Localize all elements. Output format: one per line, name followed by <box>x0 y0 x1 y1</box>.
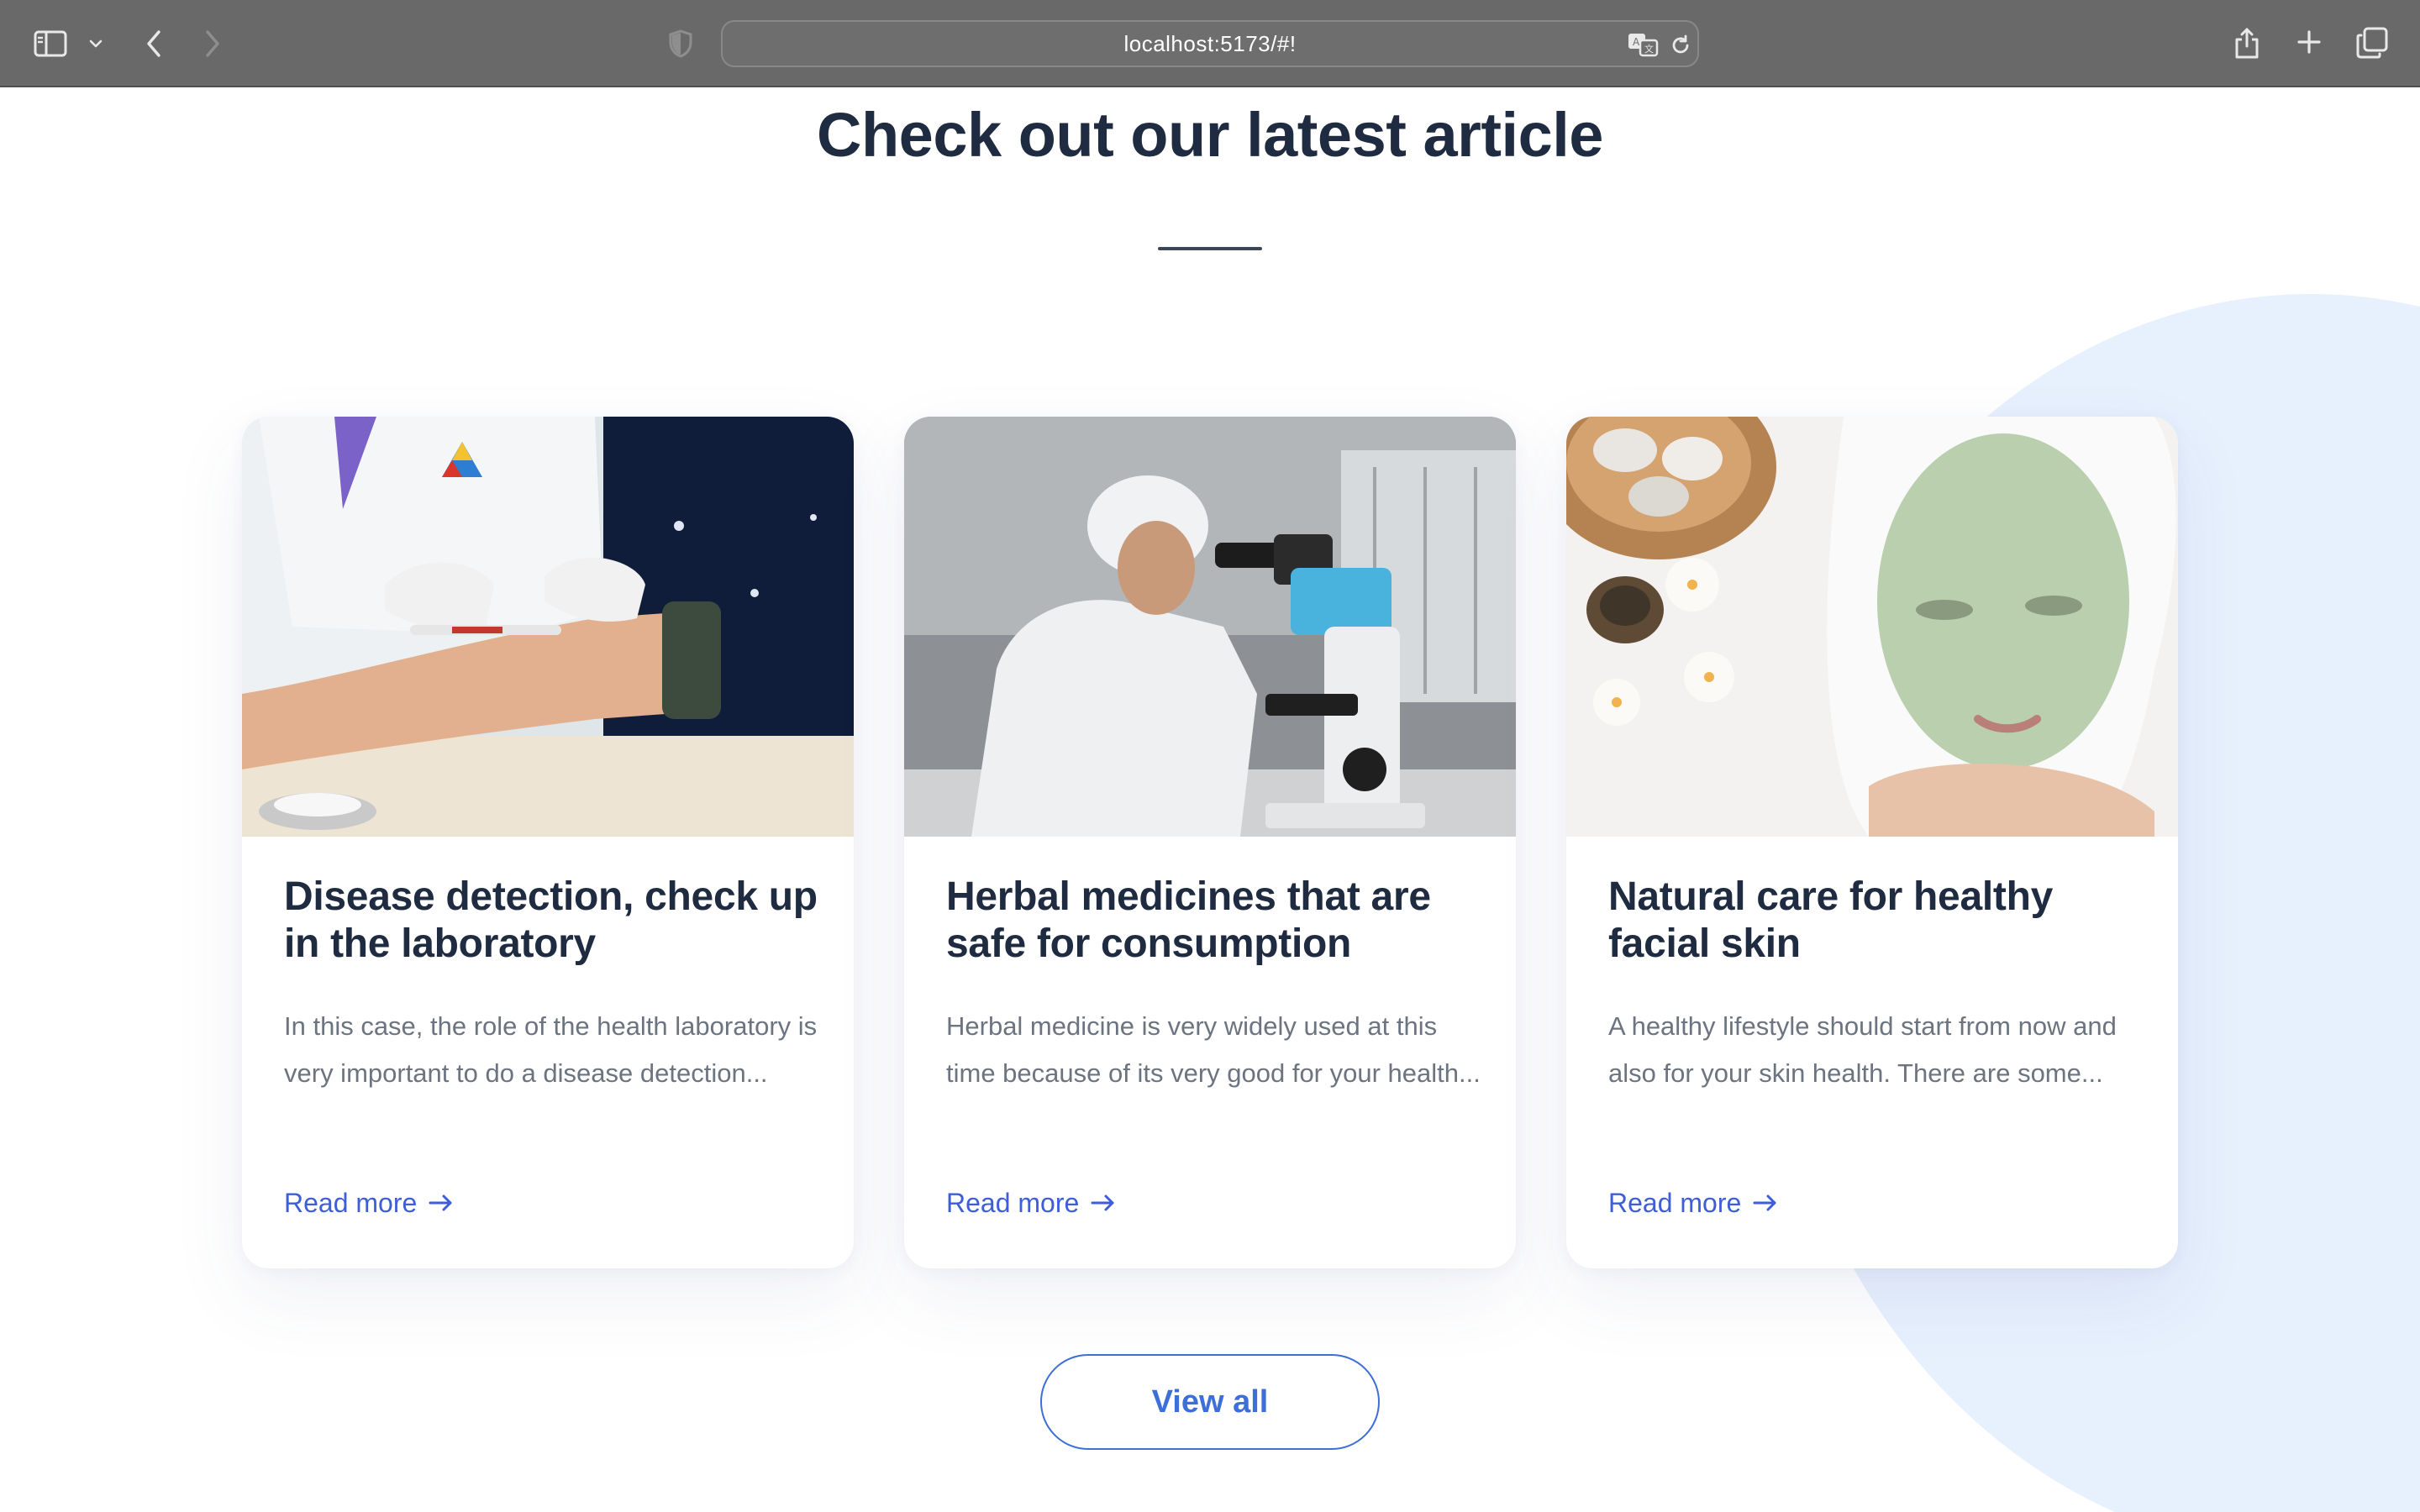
sidebar-toggle-icon[interactable] <box>32 27 69 60</box>
share-icon[interactable] <box>2230 24 2264 62</box>
url-text: localhost:5173/#! <box>1123 30 1297 56</box>
new-tab-plus-icon[interactable] <box>2292 25 2326 59</box>
article-image-microscope[interactable] <box>904 417 1516 837</box>
arrow-right-icon <box>429 1194 454 1212</box>
article-card: Disease detection, check up in the labor… <box>242 417 854 1268</box>
article-excerpt: Herbal medicine is very widely used at t… <box>946 1011 1481 1088</box>
article-card: Natural care for healthy facial skin A h… <box>1566 417 2178 1268</box>
article-excerpt: A healthy lifestyle should start from no… <box>1608 1011 2117 1088</box>
article-title[interactable]: Herbal medicines that are safe for consu… <box>946 874 1484 968</box>
article-title[interactable]: Disease detection, check up in the labor… <box>284 874 822 968</box>
read-more-link[interactable]: Read more <box>284 1183 454 1223</box>
reload-icon[interactable] <box>1667 32 1694 59</box>
article-title[interactable]: Natural care for healthy facial skin <box>1608 874 2146 968</box>
forward-arrow-icon[interactable] <box>198 25 227 62</box>
read-more-link[interactable]: Read more <box>946 1183 1116 1223</box>
chevron-down-icon[interactable] <box>86 32 106 55</box>
view-all-button[interactable]: View all <box>1040 1354 1380 1450</box>
article-image-lab[interactable] <box>242 417 854 837</box>
read-more-link[interactable]: Read more <box>1608 1183 1778 1223</box>
section-title: Check out our latest article <box>817 100 1603 170</box>
arrow-right-icon <box>1091 1194 1116 1212</box>
read-more-label: Read more <box>284 1187 418 1218</box>
article-list: Disease detection, check up in the labor… <box>242 417 2178 1270</box>
page: localhost:5173/#! A文 Check out our lates… <box>0 0 2420 1512</box>
title-divider <box>1158 247 1262 250</box>
back-arrow-icon[interactable] <box>139 25 168 62</box>
read-more-label: Read more <box>946 1187 1080 1218</box>
arrow-right-icon <box>1753 1194 1778 1212</box>
article-image-facial-care[interactable] <box>1566 417 2178 837</box>
translate-icon[interactable]: A文 <box>1625 30 1662 59</box>
address-bar[interactable]: localhost:5173/#! A文 <box>721 20 1699 67</box>
svg-text:文: 文 <box>1644 43 1654 55</box>
shield-icon[interactable] <box>664 27 697 60</box>
browser-toolbar: localhost:5173/#! A文 <box>0 0 2420 87</box>
tab-overview-icon[interactable] <box>2354 25 2390 60</box>
article-card: Herbal medicines that are safe for consu… <box>904 417 1516 1268</box>
read-more-label: Read more <box>1608 1187 1742 1218</box>
svg-text:A: A <box>1633 36 1640 48</box>
article-excerpt: In this case, the role of the health lab… <box>284 1011 818 1088</box>
